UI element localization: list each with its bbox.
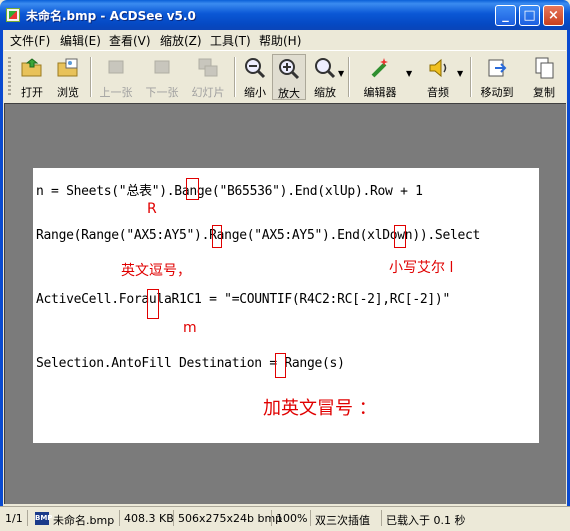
browse-label: 浏览 bbox=[57, 86, 79, 99]
status-divider bbox=[310, 510, 311, 526]
speaker-icon bbox=[429, 58, 447, 78]
status-divider bbox=[27, 510, 28, 526]
status-divider bbox=[119, 510, 120, 526]
prev-label: 上一张 bbox=[99, 86, 133, 99]
menu-bar: 文件(F) 编辑(E) 查看(V) 缩放(Z) 工具(T) 帮助(H) bbox=[4, 30, 566, 49]
annotation-lowercase-l: 小写艾尔 l bbox=[389, 260, 454, 276]
zoom-out-button[interactable]: 缩小 bbox=[238, 54, 272, 100]
open-button[interactable]: 打开 bbox=[14, 54, 50, 100]
open-label: 打开 bbox=[21, 86, 43, 99]
image-canvas: n = Sheets("总表").Bange("B65536").End(xlU… bbox=[33, 168, 539, 443]
annotation-r: R bbox=[147, 201, 157, 217]
menu-help[interactable]: 帮助(H) bbox=[259, 32, 301, 49]
editor-wand-icon bbox=[371, 58, 388, 78]
status-filesize: 408.3 KB bbox=[124, 512, 174, 525]
audio-label: 音频 bbox=[427, 86, 449, 99]
zoom-dropdown-arrow-icon[interactable]: ▼ bbox=[338, 69, 344, 78]
code-line-3: ActiveCell.ForaulaR1C1 = "=COUNTIF(R4C2:… bbox=[36, 292, 450, 307]
toolbar-separator bbox=[234, 57, 236, 97]
open-folder-icon bbox=[21, 58, 42, 77]
red-box-dot bbox=[212, 225, 222, 248]
editor-button[interactable]: 编辑器 bbox=[356, 54, 404, 100]
audio-dropdown-arrow-icon[interactable]: ▼ bbox=[457, 69, 463, 78]
menu-edit[interactable]: 编辑(E) bbox=[60, 32, 101, 49]
toolbar-separator bbox=[348, 57, 350, 97]
zoom-in-label: 放大 bbox=[278, 87, 300, 100]
browse-button[interactable]: 浏览 bbox=[50, 54, 86, 100]
status-zoom: 100% bbox=[276, 512, 308, 525]
window-frame-left bbox=[0, 30, 3, 506]
move-to-button[interactable]: 移动到 bbox=[476, 54, 518, 100]
toolbar-separator bbox=[90, 57, 92, 97]
slideshow-label: 幻灯片 bbox=[191, 86, 225, 99]
status-dimensions: 506x275x24b bmp bbox=[178, 512, 283, 525]
close-button[interactable]: × bbox=[543, 5, 564, 26]
menu-zoom[interactable]: 缩放(Z) bbox=[160, 32, 202, 49]
status-divider bbox=[271, 510, 272, 526]
status-divider bbox=[173, 510, 174, 526]
red-box-b bbox=[186, 178, 199, 200]
annotation-colon: 加英文冒号 ： bbox=[263, 398, 377, 419]
move-to-label: 移动到 bbox=[480, 86, 514, 99]
slideshow-button[interactable]: 幻灯片 bbox=[185, 54, 231, 100]
next-button[interactable]: 下一张 bbox=[139, 54, 185, 100]
bmp-file-icon: BMP bbox=[35, 512, 52, 525]
prev-button[interactable]: 上一张 bbox=[93, 54, 139, 100]
move-to-icon bbox=[488, 59, 507, 77]
toolbar-grip[interactable] bbox=[8, 57, 11, 97]
status-bar: 1/1 BMP 未命名.bmp 408.3 KB 506x275x24b bmp… bbox=[0, 506, 570, 531]
zoom-icon bbox=[315, 58, 336, 79]
zoom-label: 缩放 bbox=[314, 86, 336, 99]
menu-tools[interactable]: 工具(T) bbox=[210, 32, 251, 49]
next-label: 下一张 bbox=[145, 86, 179, 99]
zoom-out-icon bbox=[245, 58, 266, 79]
slideshow-icon bbox=[198, 58, 218, 77]
editor-label: 编辑器 bbox=[363, 86, 397, 99]
prev-image-icon bbox=[108, 60, 124, 74]
toolbar: 打开 浏览 上一张 下一张 幻灯片 缩小 放大 缩放 ▼ 编辑器 ▼ 音频 ▼ … bbox=[4, 50, 566, 104]
zoom-out-label: 缩小 bbox=[244, 86, 266, 99]
maximize-button[interactable]: □ bbox=[519, 5, 540, 26]
status-resample-mode: 双三次插值 bbox=[315, 514, 370, 527]
status-filename: 未命名.bmp bbox=[53, 514, 115, 527]
annotation-m: m bbox=[183, 320, 197, 336]
audio-button[interactable]: 音频 bbox=[418, 54, 458, 100]
acdsee-app-icon bbox=[6, 8, 20, 22]
title-bar[interactable]: 未命名.bmp - ACDSee v5.0 _ □ × bbox=[0, 0, 570, 30]
editor-dropdown-arrow-icon[interactable]: ▼ bbox=[406, 69, 412, 78]
next-image-icon bbox=[154, 60, 170, 74]
code-line-4: Selection.AntoFill Destination = Range(s… bbox=[36, 356, 345, 371]
red-box-equals bbox=[275, 353, 286, 378]
annotation-comma: 英文逗号， bbox=[121, 263, 191, 279]
copy-button[interactable]: 复制 bbox=[524, 54, 564, 100]
red-box-one bbox=[394, 225, 406, 248]
image-viewport[interactable]: n = Sheets("总表").Bange("B65536").End(xlU… bbox=[4, 103, 566, 504]
copy-icon bbox=[535, 57, 554, 79]
window-title: 未命名.bmp - ACDSee v5.0 bbox=[26, 9, 196, 23]
copy-label: 复制 bbox=[533, 86, 555, 99]
status-index: 1/1 bbox=[5, 512, 23, 525]
browse-folder-icon bbox=[57, 58, 78, 77]
minimize-button[interactable]: _ bbox=[495, 5, 516, 26]
toolbar-separator bbox=[470, 57, 472, 97]
status-divider bbox=[381, 510, 382, 526]
menu-file[interactable]: 文件(F) bbox=[10, 32, 50, 49]
code-line-1: n = Sheets("总表").Bange("B65536").End(xlU… bbox=[36, 184, 423, 199]
code-line-2: Range(Range("AX5:AY5").Range("AX5:AY5").… bbox=[36, 228, 481, 243]
menu-view[interactable]: 查看(V) bbox=[109, 32, 151, 49]
zoom-in-button[interactable]: 放大 bbox=[272, 54, 306, 100]
red-box-a bbox=[147, 289, 159, 319]
zoom-in-icon bbox=[279, 59, 300, 80]
status-load-time: 已载入于 0.1 秒 bbox=[386, 514, 466, 527]
